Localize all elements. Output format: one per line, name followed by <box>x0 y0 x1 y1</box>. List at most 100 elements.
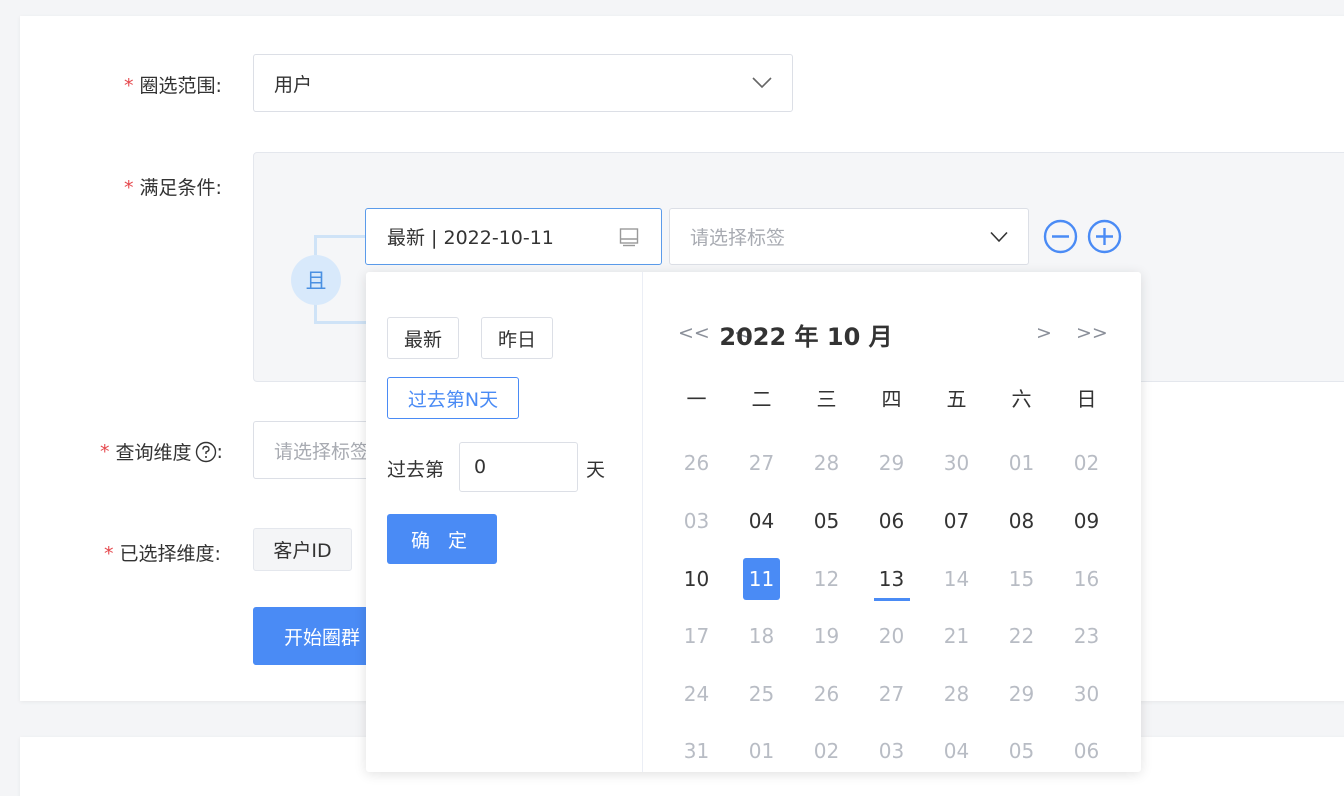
past-n-unit: 天 <box>586 459 606 481</box>
calendar-day[interactable]: 01 <box>989 435 1054 493</box>
calendar-day-label: 24 <box>683 681 710 706</box>
calendar-day[interactable]: 21 <box>924 607 989 665</box>
past-n-prefix: 过去第 <box>387 459 445 481</box>
calendar-day[interactable]: 04 <box>924 723 989 781</box>
calendar-day[interactable]: 26 <box>794 665 859 723</box>
quick-yesterday-button[interactable]: 昨日 <box>481 317 553 359</box>
calendar-day-label: 08 <box>1008 508 1035 533</box>
calendar-week-row: 31 01 02 03 04 05 06 <box>664 723 1119 781</box>
selected-label: * 已选择维度: <box>104 543 221 565</box>
calendar-day[interactable]: 10 <box>664 550 729 608</box>
calendar-title: 2022 年 10 月 <box>719 323 893 351</box>
calendar-day-label: 02 <box>1073 451 1100 476</box>
dimension-label: * 查询维度 : <box>100 440 223 465</box>
calendar-day[interactable]: 02 <box>794 723 859 781</box>
required-mark: * <box>124 75 134 97</box>
calendar-day[interactable]: 23 <box>1054 607 1119 665</box>
calendar-day[interactable]: 06 <box>859 492 924 550</box>
calendar-day-label: 26 <box>683 451 710 476</box>
calendar-day-label: 13 <box>878 566 905 591</box>
chevron-down-icon <box>752 77 772 89</box>
calendar-day[interactable]: 07 <box>924 492 989 550</box>
next-month-button[interactable]: > <box>1036 322 1052 344</box>
calendar-day[interactable]: 25 <box>729 665 794 723</box>
calendar-day[interactable]: 13 <box>859 550 924 608</box>
weekday-header: 四 <box>881 386 902 411</box>
calendar-day-label: 12 <box>813 566 840 591</box>
selected-dimension-chip[interactable]: 客户ID <box>253 528 352 571</box>
calendar-day[interactable]: 02 <box>1054 435 1119 493</box>
calendar-day[interactable]: 29 <box>859 435 924 493</box>
bracket-bottom <box>314 303 366 324</box>
calendar-day-label: 06 <box>1073 739 1100 764</box>
calendar-day[interactable]: 30 <box>1054 665 1119 723</box>
quick-past-n-button[interactable]: 过去第N天 <box>387 377 519 419</box>
calendar-day[interactable]: 29 <box>989 665 1054 723</box>
confirm-button[interactable]: 确 定 <box>387 514 497 564</box>
calendar-day[interactable]: 09 <box>1054 492 1119 550</box>
calendar-week-row: 03 04 05 06 07 08 09 <box>664 492 1119 550</box>
calendar-day[interactable]: 18 <box>729 607 794 665</box>
calendar-day[interactable]: 08 <box>989 492 1054 550</box>
calendar-day[interactable]: 03 <box>664 492 729 550</box>
calendar-day[interactable]: 03 <box>859 723 924 781</box>
add-condition-icon[interactable] <box>1087 219 1122 254</box>
calendar-day[interactable]: 20 <box>859 607 924 665</box>
date-value: 最新 | 2022-10-11 <box>387 227 554 249</box>
calendar-day[interactable]: 27 <box>859 665 924 723</box>
next-year-button[interactable]: >> <box>1076 322 1108 344</box>
calendar-day-label: 18 <box>748 624 775 649</box>
calendar-day-label: 05 <box>813 508 840 533</box>
calendar-day[interactable]: 05 <box>794 492 859 550</box>
calendar-day[interactable]: 17 <box>664 607 729 665</box>
calendar-day-label: 06 <box>878 508 905 533</box>
past-n-input[interactable]: 0 <box>459 442 578 492</box>
calendar-day[interactable]: 28 <box>924 665 989 723</box>
calendar-day[interactable]: 05 <box>989 723 1054 781</box>
calendar-day-label: 05 <box>1008 739 1035 764</box>
calendar-day-label: 27 <box>748 451 775 476</box>
weekday-header: 六 <box>1011 386 1032 411</box>
calendar-day-label: 04 <box>748 508 775 533</box>
calendar-day[interactable]: 15 <box>989 550 1054 608</box>
calendar-day-label: 14 <box>943 566 970 591</box>
calendar-day[interactable]: 24 <box>664 665 729 723</box>
required-mark: * <box>124 177 134 199</box>
calendar-day[interactable]: 14 <box>924 550 989 608</box>
calendar-day[interactable]: 04 <box>729 492 794 550</box>
prev-year-button[interactable]: << <box>678 322 710 344</box>
dimension-placeholder: 请选择标签 <box>274 440 370 463</box>
calendar-day-label: 20 <box>878 624 905 649</box>
calendar-day-label: 27 <box>878 681 905 706</box>
calendar-day[interactable]: 28 <box>794 435 859 493</box>
condition-label: * 满足条件: <box>124 177 222 199</box>
calendar-day-label: 01 <box>748 739 775 764</box>
calendar-day[interactable]: 19 <box>794 607 859 665</box>
tag-select[interactable]: 请选择标签 <box>669 208 1029 265</box>
calendar-day[interactable]: 12 <box>794 550 859 608</box>
calendar-day[interactable]: 16 <box>1054 550 1119 608</box>
calendar-day[interactable]: 27 <box>729 435 794 493</box>
calendar-day-label: 09 <box>1073 508 1100 533</box>
calendar-day-label: 02 <box>813 739 840 764</box>
date-input[interactable]: 最新 | 2022-10-11 <box>365 208 662 265</box>
calendar-day[interactable]: 01 <box>729 723 794 781</box>
calendar-day-selected[interactable]: 11 <box>729 550 794 608</box>
scope-select[interactable]: 用户 <box>253 54 793 112</box>
calendar-day[interactable]: 06 <box>1054 723 1119 781</box>
calendar-day[interactable]: 30 <box>924 435 989 493</box>
weekday-header: 三 <box>816 386 837 411</box>
and-logic-toggle[interactable]: 且 <box>291 255 341 305</box>
bracket-top <box>314 235 366 255</box>
help-icon[interactable] <box>195 441 217 463</box>
quick-latest-button[interactable]: 最新 <box>387 317 459 359</box>
calendar-day[interactable]: 31 <box>664 723 729 781</box>
calendar-day[interactable]: 22 <box>989 607 1054 665</box>
remove-condition-icon[interactable] <box>1043 219 1078 254</box>
calendar-day-label: 22 <box>1008 624 1035 649</box>
calendar-day[interactable]: 26 <box>664 435 729 493</box>
weekday-header: 五 <box>946 386 967 411</box>
calendar-day-label: 10 <box>683 566 710 591</box>
calendar-day-label: 17 <box>683 624 710 649</box>
calendar-week-row: 26 27 28 29 30 01 02 <box>664 435 1119 493</box>
